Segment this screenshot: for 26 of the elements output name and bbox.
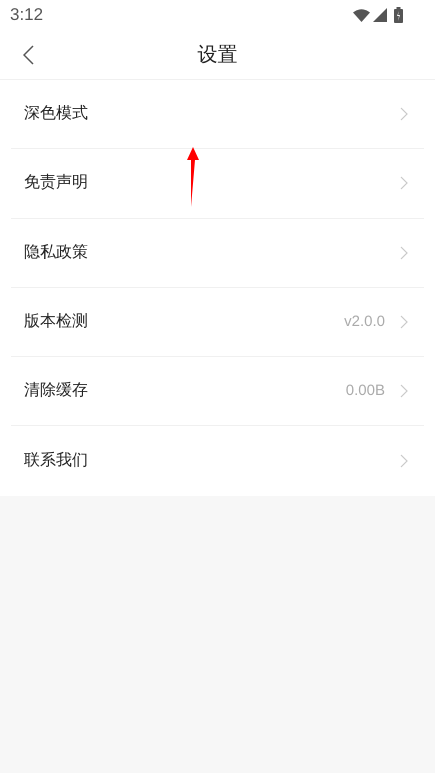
arrow-icon (186, 147, 200, 207)
settings-row[interactable]: 隐私政策 (11, 218, 424, 288)
settings-row[interactable]: 联系我们 (11, 426, 424, 496)
battery-icon (394, 7, 403, 23)
chevron-right-icon (400, 176, 408, 190)
chevron-right-icon (400, 384, 408, 398)
settings-label: 联系我们 (24, 450, 89, 472)
status-time: 3:12 (10, 4, 44, 26)
settings-label: 深色模式 (24, 104, 89, 124)
signal-icon (373, 8, 387, 22)
chevron-right-icon (400, 246, 408, 260)
settings-value: 0.00B (346, 381, 385, 402)
settings-row[interactable]: 版本检测 v2.0.0 (11, 288, 424, 358)
settings-row[interactable]: 清除缓存 0.00B (11, 357, 424, 426)
settings-label: 版本检测 (24, 312, 89, 332)
settings-label: 隐私政策 (24, 242, 89, 263)
page-title: 设置 (198, 42, 238, 68)
back-icon (22, 45, 34, 65)
settings-label: 免责声明 (24, 172, 89, 194)
settings-value: v2.0.0 (344, 312, 385, 332)
settings-label: 清除缓存 (24, 380, 89, 402)
wifi-icon (353, 8, 370, 22)
chevron-right-icon (400, 454, 408, 468)
settings-row[interactable]: 深色模式 (11, 80, 424, 150)
chevron-right-icon (400, 107, 408, 122)
chevron-right-icon (400, 315, 408, 330)
